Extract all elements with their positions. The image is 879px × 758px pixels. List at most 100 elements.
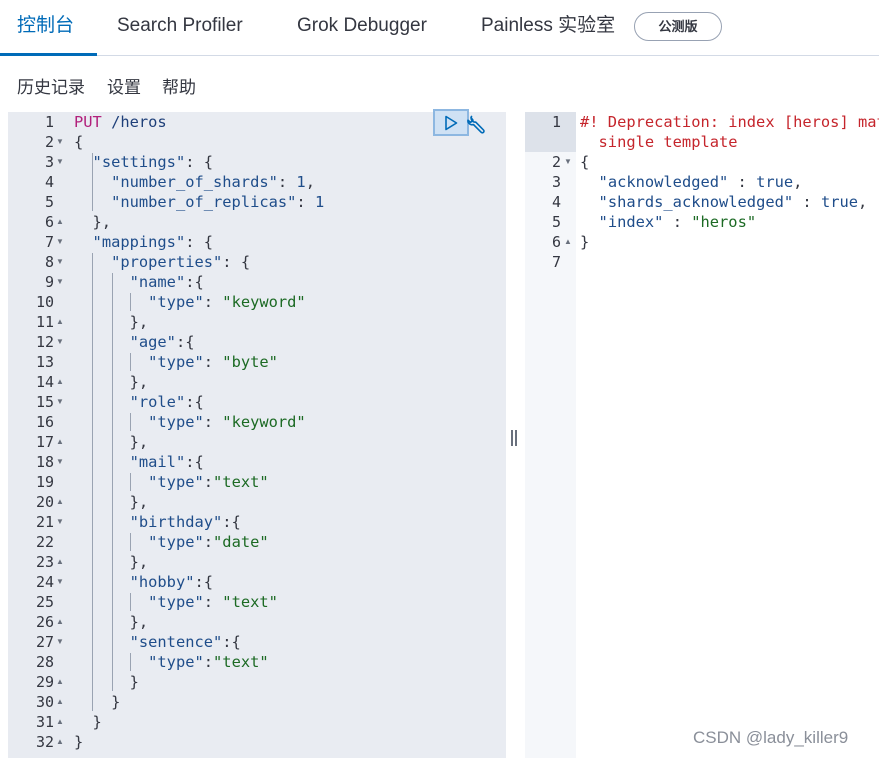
- code-token: "type": [148, 533, 204, 551]
- fold-close-icon[interactable]: ▲: [564, 232, 572, 252]
- menu-help[interactable]: 帮助: [162, 76, 196, 100]
- menu-history[interactable]: 历史记录: [17, 76, 85, 100]
- fold-open-icon[interactable]: ▼: [56, 232, 64, 252]
- wrench-icon[interactable]: [467, 114, 487, 134]
- fold-close-icon[interactable]: ▲: [56, 312, 64, 332]
- indent-guide: [130, 533, 131, 551]
- fold-close-icon[interactable]: ▲: [56, 212, 64, 232]
- code-token: "text": [213, 653, 269, 671]
- code-token: :: [277, 173, 297, 191]
- line-number: 5: [551, 213, 561, 231]
- line-number: 20: [35, 493, 54, 511]
- fold-open-icon[interactable]: ▼: [56, 392, 64, 412]
- line-number: 13: [35, 353, 54, 371]
- code-line: "acknowledged" : true,: [580, 172, 803, 192]
- code-line: "mappings": {: [74, 232, 213, 252]
- tab-grok-debugger[interactable]: Grok Debugger: [297, 0, 427, 56]
- code-line: "type":"text": [74, 652, 269, 672]
- code-line: }: [74, 672, 139, 692]
- fold-open-icon[interactable]: ▼: [56, 252, 64, 272]
- fold-close-icon[interactable]: ▲: [56, 372, 64, 392]
- fold-close-icon[interactable]: ▲: [56, 692, 64, 712]
- response-gutter: 1 2 ▼ 3 4 5 6 ▲ 7: [525, 112, 576, 758]
- code-line: PUT /heros: [74, 112, 167, 132]
- line-number: 19: [35, 473, 54, 491]
- indent-guide: [130, 413, 131, 431]
- response-editor: 1 2 ▼ 3 4 5 6 ▲ 7 #! Deprecation: index [heros] …: [525, 112, 879, 758]
- fold-open-icon[interactable]: ▼: [56, 272, 64, 292]
- top-tab-bar: 控制台 Search Profiler Grok Debugger Painle…: [0, 0, 879, 56]
- code-line: }: [580, 232, 589, 252]
- line-number: 10: [35, 293, 54, 311]
- line-number: 3: [551, 173, 561, 191]
- fold-open-icon[interactable]: ▼: [56, 152, 64, 172]
- line-number: 27: [35, 633, 54, 651]
- fold-close-icon[interactable]: ▲: [56, 552, 64, 572]
- code-token: "type": [148, 653, 204, 671]
- line-number: 6: [44, 213, 54, 231]
- indent-guide: [130, 293, 131, 311]
- line-number: 23: [35, 553, 54, 571]
- tab-search-profiler[interactable]: Search Profiler: [117, 0, 243, 56]
- code-line: },: [74, 212, 112, 232]
- request-code[interactable]: PUT /heros{ "settings": { "number_of_sha…: [70, 112, 506, 758]
- fold-open-icon[interactable]: ▼: [564, 152, 572, 172]
- line-number: 11: [35, 313, 54, 331]
- line-number: 18: [35, 453, 54, 471]
- tab-console[interactable]: 控制台: [17, 0, 74, 56]
- line-number: 16: [35, 413, 54, 431]
- panel-resize-handle[interactable]: [510, 430, 518, 446]
- line-number: 32: [35, 733, 54, 751]
- code-line: "number_of_replicas": 1: [74, 192, 324, 212]
- code-line: "hobby":{: [74, 572, 213, 592]
- code-token: "number_of_replicas": [111, 193, 297, 211]
- code-line: "role":{: [74, 392, 204, 412]
- code-token: "byte": [222, 353, 278, 371]
- code-token: :: [203, 293, 223, 311]
- code-token: : {: [185, 233, 214, 251]
- fold-close-icon[interactable]: ▲: [56, 712, 64, 732]
- request-gutter: 1 2 ▼ 3 ▼ 4 5 6 ▲ 7 ▼ 8 ▼ 9 ▼ 10 11 ▲ 12 ▼ 13 14 ▲ 15 ▼ 16 17 ▲ 18 ▼ 1…: [8, 112, 70, 758]
- code-line: {: [74, 132, 83, 152]
- line-number: 12: [35, 333, 54, 351]
- code-line: "index" : "heros": [580, 212, 757, 232]
- code-token: "type": [148, 593, 204, 611]
- code-line: "type": "byte": [74, 352, 278, 372]
- menu-settings[interactable]: 设置: [107, 76, 141, 100]
- code-token: :{: [175, 333, 195, 351]
- code-token: :: [203, 473, 214, 491]
- code-token: "role": [129, 393, 186, 411]
- code-token: :: [663, 213, 692, 231]
- line-number: 6: [551, 233, 561, 251]
- code-line: }: [74, 712, 102, 732]
- play-icon[interactable]: [433, 109, 469, 136]
- code-token: "mail": [129, 453, 186, 471]
- code-line: "number_of_shards": 1,: [74, 172, 315, 192]
- request-editor[interactable]: 1 2 ▼ 3 ▼ 4 5 6 ▲ 7 ▼ 8 ▼ 9 ▼ 10 11 ▲ 12 ▼ 13 14 ▲ 15 ▼ 16 17 ▲ 18 ▼ 1…: [8, 112, 506, 758]
- fold-close-icon[interactable]: ▲: [56, 672, 64, 692]
- fold-close-icon[interactable]: ▲: [56, 612, 64, 632]
- tab-painless-lab[interactable]: Painless 实验室: [481, 0, 615, 56]
- fold-close-icon[interactable]: ▲: [56, 432, 64, 452]
- fold-close-icon[interactable]: ▲: [56, 492, 64, 512]
- fold-close-icon[interactable]: ▲: [56, 732, 64, 752]
- fold-open-icon[interactable]: ▼: [56, 132, 64, 152]
- fold-open-icon[interactable]: ▼: [56, 572, 64, 592]
- line-number: 3: [44, 153, 54, 171]
- active-tab-underline: [0, 53, 97, 56]
- code-token: "text": [213, 473, 269, 491]
- code-token: "keyword": [222, 413, 306, 431]
- line-number: 1: [44, 113, 54, 131]
- code-token: : {: [222, 253, 251, 271]
- fold-open-icon[interactable]: ▼: [56, 512, 64, 532]
- code-token: true: [820, 193, 859, 211]
- fold-open-icon[interactable]: ▼: [56, 452, 64, 472]
- indent-guide: [130, 593, 131, 611]
- fold-open-icon[interactable]: ▼: [56, 332, 64, 352]
- fold-open-icon[interactable]: ▼: [56, 632, 64, 652]
- line-number: 2: [44, 133, 54, 151]
